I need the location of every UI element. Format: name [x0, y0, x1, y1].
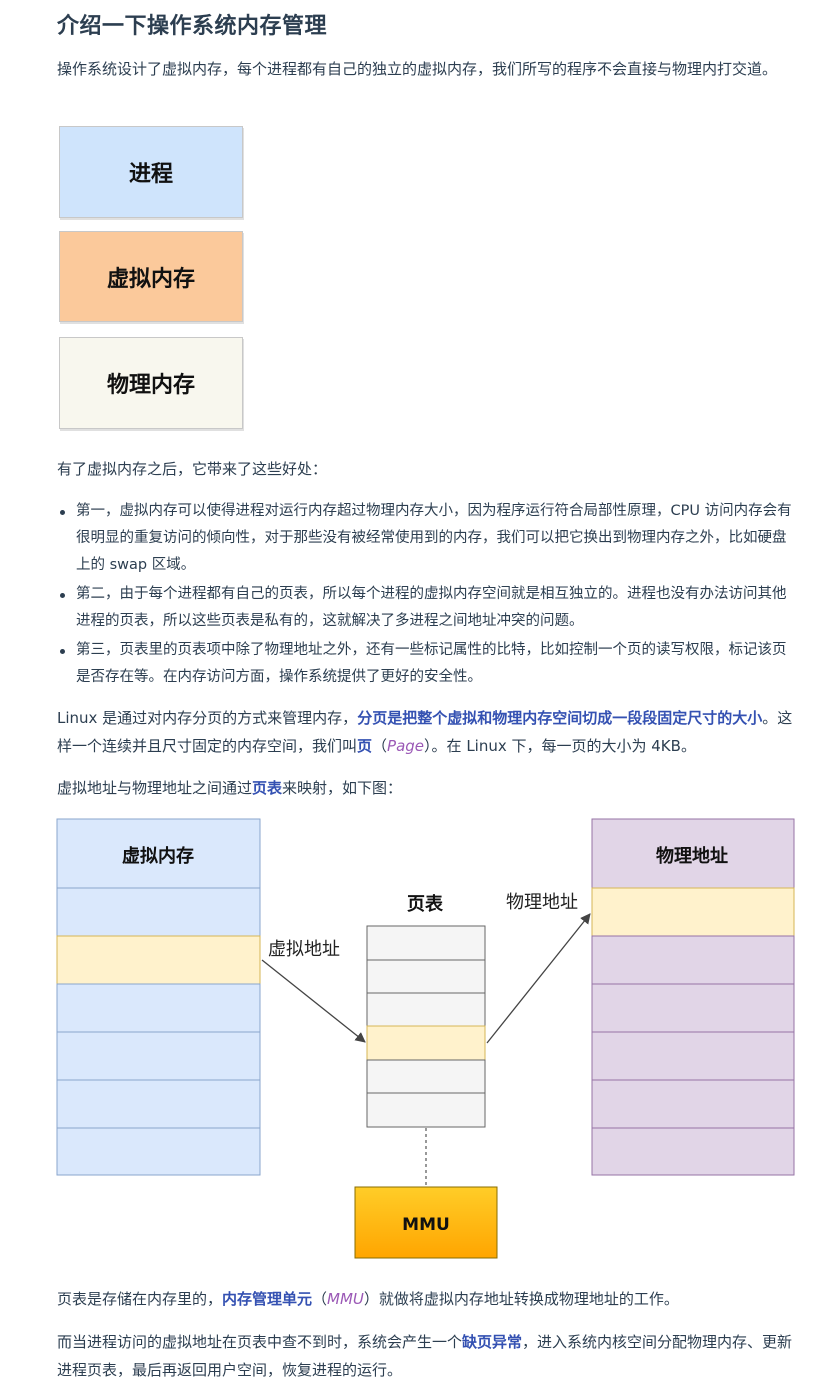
list-item: 第三，页表里的页表项中除了物理地址之外，还有一些标记属性的比特，比如控制一个页的…	[57, 637, 799, 691]
mmu-paragraph: 页表是存储在内存里的，内存管理单元（MMU）就做将虚拟内存地址转换成物理地址的工…	[57, 1285, 795, 1313]
mmu-text-2: （	[312, 1290, 328, 1308]
paging-strong-2: 页	[357, 737, 373, 755]
mmu-label: MMU	[402, 1215, 450, 1235]
paging-em-1: Page	[387, 737, 425, 755]
mmu-box: MMU	[354, 1186, 498, 1259]
virtual-memory-title: 虚拟内存	[122, 845, 194, 867]
virtual-to-table-arrow	[261, 959, 366, 1043]
mapping-text-2: 来映射，如下图：	[282, 779, 403, 797]
page-fault-paragraph: 而当进程访问的虚拟地址在页表中查不到时，系统会产生一个缺页异常，进入系统内核空间…	[57, 1328, 795, 1384]
table-to-physical-arrow	[486, 913, 591, 1044]
virtual-memory-column: 虚拟内存	[56, 818, 261, 1176]
mmu-text-3: ）就做将虚拟内存地址转换成物理地址的工作。	[363, 1290, 679, 1308]
mapping-text-1: 虚拟地址与物理地址之间通过	[57, 779, 253, 797]
mmu-strong-1: 内存管理单元	[222, 1290, 313, 1308]
list-item: 第二，由于每个进程都有自己的页表，所以每个进程的虚拟内存空间就是相互独立的。进程…	[57, 581, 799, 635]
mmu-em-1: MMU	[327, 1290, 364, 1308]
page-title: 介绍一下操作系统内存管理	[57, 14, 328, 39]
paging-text-3: （	[372, 737, 388, 755]
physical-page-highlight	[591, 887, 795, 937]
physical-address-title: 物理地址	[656, 845, 728, 867]
process-label: 进程	[128, 162, 173, 187]
fault-text-1: 而当进程访问的虚拟地址在页表中查不到时，系统会产生一个	[57, 1333, 463, 1351]
article: 介绍一下操作系统内存管理 操作系统设计了虚拟内存，每个进程都有自己的独立的虚拟内…	[0, 0, 815, 1381]
virtual-address-label: 虚拟地址	[268, 939, 340, 960]
benefits-list: 第一，虚拟内存可以使得进程对运行内存超过物理内存大小，因为程序运行符合局部性原理…	[57, 498, 799, 693]
page-table-diagram: 虚拟内存 页表 物理地址 虚拟地址 物理地址 MMU	[56, 818, 795, 1259]
mapping-strong-1: 页表	[252, 779, 283, 797]
paging-text-4: ）。在 Linux 下，每一页的大小为 4KB。	[424, 737, 696, 755]
paging-paragraph: Linux 是通过对内存分页的方式来管理内存，分页是把整个虚拟和物理内存空间切成…	[57, 704, 795, 760]
virtual-page-highlight	[56, 935, 261, 985]
physical-memory-column: 物理地址	[591, 818, 795, 1176]
mapping-paragraph: 虚拟地址与物理地址之间通过页表来映射，如下图：	[57, 774, 795, 802]
page-table-column: 页表	[366, 893, 486, 1128]
list-item: 第一，虚拟内存可以使得进程对运行内存超过物理内存大小，因为程序运行符合局部性原理…	[57, 498, 799, 579]
virtual-memory-label: 虚拟内存	[106, 266, 195, 292]
paging-text-1: Linux 是通过对内存分页的方式来管理内存，	[57, 709, 358, 727]
page-table-entry-highlight	[366, 1025, 486, 1061]
intro-paragraph: 操作系统设计了虚拟内存，每个进程都有自己的独立的虚拟内存，我们所写的程序不会直接…	[57, 60, 778, 78]
fault-strong-1: 缺页异常	[462, 1333, 523, 1351]
physical-memory-layer-box: 物理内存	[59, 337, 243, 429]
page-table-title: 页表	[407, 893, 444, 915]
mmu-text-1: 页表是存储在内存里的，	[57, 1290, 223, 1308]
process-layer-box: 进程	[59, 126, 243, 218]
physical-memory-label: 物理内存	[106, 373, 195, 398]
physical-address-label: 物理地址	[506, 892, 578, 913]
benefits-intro: 有了虚拟内存之后，它带来了这些好处：	[57, 460, 328, 478]
virtual-memory-layer-box: 虚拟内存	[59, 231, 243, 322]
paging-strong-1: 分页是把整个虚拟和物理内存空间切成一段段固定尺寸的大小	[357, 709, 763, 727]
